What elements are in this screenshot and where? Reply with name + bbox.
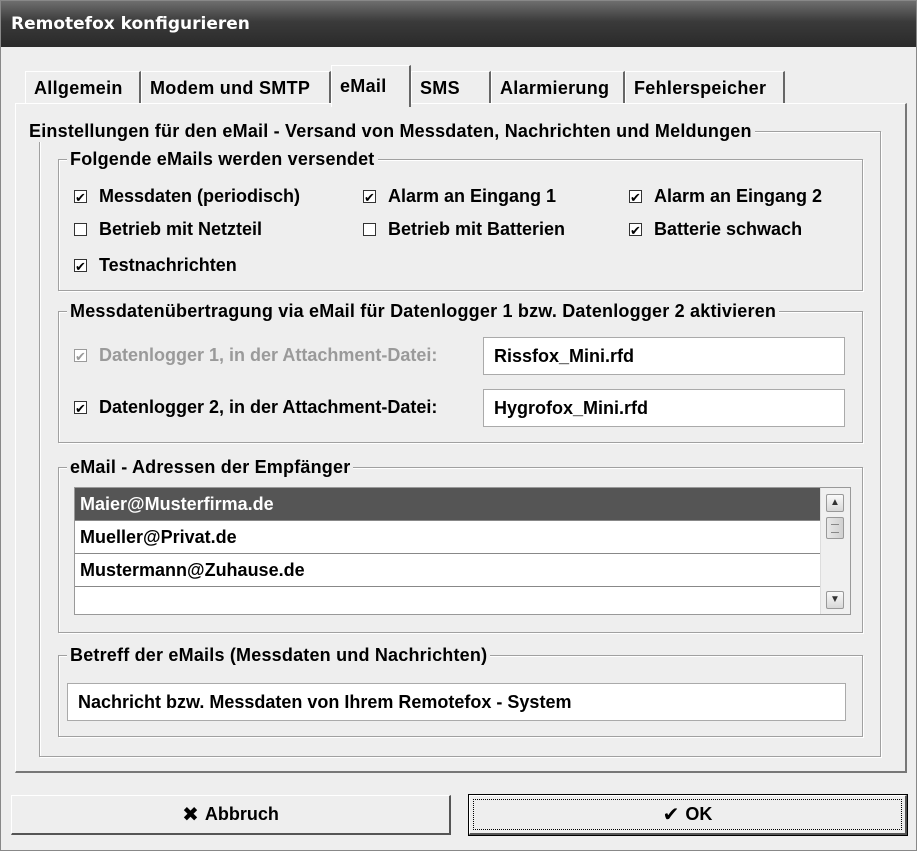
tab-label: Modem und SMTP [150,78,311,98]
title-bar: Remotefox konfigurieren [1,1,916,47]
subject-field[interactable]: Nachricht bzw. Messdaten von Ihrem Remot… [67,683,846,721]
emails-sent-legend: Folgende eMails werden versendet [67,148,378,170]
checkbox-box[interactable] [363,223,376,236]
tab-label: SMS [420,78,460,98]
window-title: Remotefox konfigurieren [11,14,250,34]
checkbox-label: Datenlogger 2, in der Attachment-Datei: [99,397,438,417]
tab-label: Alarmierung [500,78,610,98]
tab-alarmierung[interactable]: Alarmierung [491,71,625,103]
focus-rectangle [473,799,902,830]
recipients-listbox[interactable]: Maier@Musterfirma.de Mueller@Privat.de M… [74,487,851,615]
checkbox-batterie-schwach[interactable]: Batterie schwach [629,217,803,243]
checkbox-label: Betrieb mit Netzteil [99,219,263,239]
tab-fehlerspeicher[interactable]: Fehlerspeicher [625,71,785,103]
tab-sms[interactable]: SMS [411,71,491,103]
logger-transfer-legend: Messdatenübertragung via eMail für Daten… [67,300,780,322]
tab-allgemein[interactable]: Allgemein [25,71,141,103]
list-item[interactable]: Mustermann@Zuhause.de [75,554,820,587]
ok-button[interactable]: ✔ OK [468,794,908,836]
checkbox-datenlogger-1: Datenlogger 1, in der Attachment-Datei: [74,343,438,369]
list-item[interactable]: Maier@Musterfirma.de [75,488,820,521]
checkbox-label: Datenlogger 1, in der Attachment-Datei: [99,345,438,365]
checkbox-alarm-eingang-2[interactable]: Alarm an Eingang 2 [629,184,823,210]
recipients-legend: eMail - Adressen der Empfänger [67,456,354,478]
checkbox-datenlogger-2[interactable]: Datenlogger 2, in der Attachment-Datei: [74,395,438,421]
checkbox-box[interactable] [629,219,642,243]
list-item[interactable] [75,587,820,614]
x-icon: ✖ [182,804,199,826]
checkbox-messdaten-periodisch[interactable]: Messdaten (periodisch) [74,184,301,210]
scroll-thumb[interactable] [826,517,844,539]
checkbox-label: Betrieb mit Batterien [388,219,566,239]
checkbox-box [74,345,87,369]
logger1-file-field[interactable]: Rissfox_Mini.rfd [483,337,845,375]
checkbox-label: Messdaten (periodisch) [99,186,301,206]
checkbox-alarm-eingang-1[interactable]: Alarm an Eingang 1 [363,184,557,210]
scroll-down-icon[interactable]: ▼ [826,591,844,609]
tab-modem-smtp[interactable]: Modem und SMTP [141,71,331,103]
list-item-text: Maier@Musterfirma.de [80,494,274,514]
tab-label: Allgemein [34,78,123,98]
checkbox-label: Alarm an Eingang 2 [654,186,823,206]
checkbox-label: Batterie schwach [654,219,803,239]
checkbox-label: Alarm an Eingang 1 [388,186,557,206]
checkbox-betrieb-batterien[interactable]: Betrieb mit Batterien [363,217,565,241]
cancel-label: Abbruch [204,804,279,824]
checkbox-box[interactable] [74,255,87,279]
subject-value: Nachricht bzw. Messdaten von Ihrem Remot… [78,692,572,712]
checkbox-box[interactable] [363,186,376,210]
list-item[interactable]: Mueller@Privat.de [75,521,820,554]
checkbox-box[interactable] [74,397,87,421]
scroll-up-icon[interactable]: ▲ [826,494,844,512]
logger1-file-value: Rissfox_Mini.rfd [494,346,635,366]
config-dialog: Remotefox konfigurieren Allgemein Modem … [0,0,917,851]
email-settings-legend: Einstellungen für den eMail - Versand vo… [26,120,755,142]
checkbox-box[interactable] [629,186,642,210]
checkbox-label: Testnachrichten [99,255,237,275]
list-item-text: Mustermann@Zuhause.de [80,560,305,580]
subject-legend: Betreff der eMails (Messdaten und Nachri… [67,644,491,666]
tab-label: eMail [340,76,387,96]
logger2-file-field[interactable]: Hygrofox_Mini.rfd [483,389,845,427]
list-item-text: Mueller@Privat.de [80,527,237,547]
checkbox-box[interactable] [74,186,87,210]
checkbox-testnachrichten[interactable]: Testnachrichten [74,253,237,279]
tab-label: Fehlerspeicher [634,78,767,98]
checkbox-box[interactable] [74,223,87,236]
tab-email[interactable]: eMail [331,65,411,107]
recipients-scrollbar[interactable]: ▲ ▼ [820,488,850,614]
checkbox-betrieb-netzteil[interactable]: Betrieb mit Netzteil [74,217,262,241]
logger2-file-value: Hygrofox_Mini.rfd [494,398,649,418]
cancel-button[interactable]: ✖ Abbruch [11,795,451,835]
